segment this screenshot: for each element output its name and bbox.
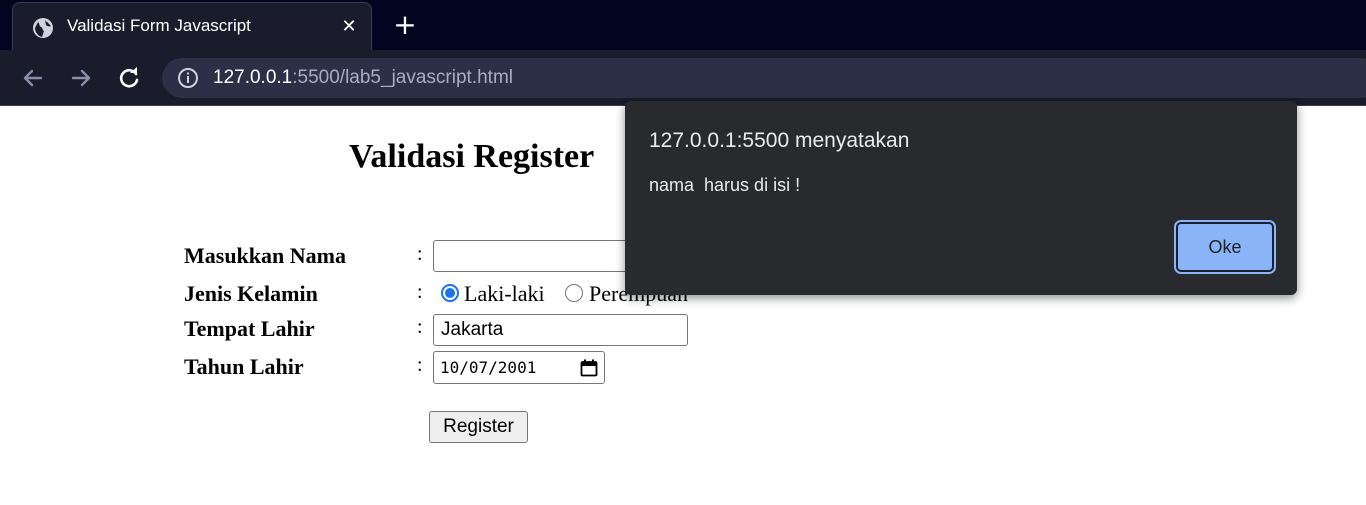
browser-tab[interactable]: Validasi Form Javascript ✕ (12, 2, 372, 50)
info-icon[interactable] (177, 67, 199, 89)
address-bar[interactable]: 127.0.0.1:5500/lab5_javascript.html (162, 58, 1366, 98)
tempat-lahir-input[interactable]: Jakarta (433, 314, 688, 346)
url-text: 127.0.0.1:5500/lab5_javascript.html (213, 67, 513, 89)
nama-colon: : (417, 243, 423, 265)
jenis-kelamin-colon: : (417, 281, 423, 303)
register-button[interactable]: Register (429, 411, 528, 443)
tempat-lahir-colon: : (417, 316, 423, 338)
tab-title: Validasi Form Javascript (67, 16, 251, 35)
nama-label: Masukkan Nama (184, 243, 346, 268)
page-title: Validasi Register (349, 138, 595, 175)
radio-laki-laki-label[interactable]: Laki-laki (464, 281, 545, 307)
tahun-lahir-label: Tahun Lahir (184, 354, 304, 379)
tahun-lahir-colon: : (417, 354, 423, 376)
new-tab-icon[interactable]: + (392, 11, 418, 39)
ok-button[interactable]: Oke (1174, 220, 1276, 274)
tahun-lahir-input[interactable]: 10/07/2001 (433, 351, 605, 384)
back-arrow-icon[interactable] (20, 65, 46, 91)
dialog-message: nama harus di isi ! (649, 175, 801, 195)
date-value: 10/07/2001 (440, 358, 537, 377)
reload-icon[interactable] (116, 65, 142, 91)
tab-strip: Validasi Form Javascript ✕ + (0, 0, 1366, 50)
dialog-title: 127.0.0.1:5500 menyatakan (649, 129, 910, 152)
url-host: 127.0.0.1 (213, 67, 293, 88)
alert-dialog: 127.0.0.1:5500 menyatakan nama harus di … (625, 101, 1297, 295)
browser-toolbar: 127.0.0.1:5500/lab5_javascript.html (0, 50, 1366, 106)
jenis-kelamin-label: Jenis Kelamin (184, 281, 318, 306)
calendar-icon[interactable] (580, 359, 598, 377)
url-path: :5500/lab5_javascript.html (292, 67, 513, 88)
close-icon[interactable]: ✕ (338, 16, 360, 38)
radio-laki-laki[interactable] (441, 284, 459, 302)
forward-arrow-icon[interactable] (68, 65, 94, 91)
globe-icon (33, 18, 53, 38)
tempat-lahir-label: Tempat Lahir (184, 316, 315, 341)
radio-perempuan[interactable] (565, 284, 583, 302)
